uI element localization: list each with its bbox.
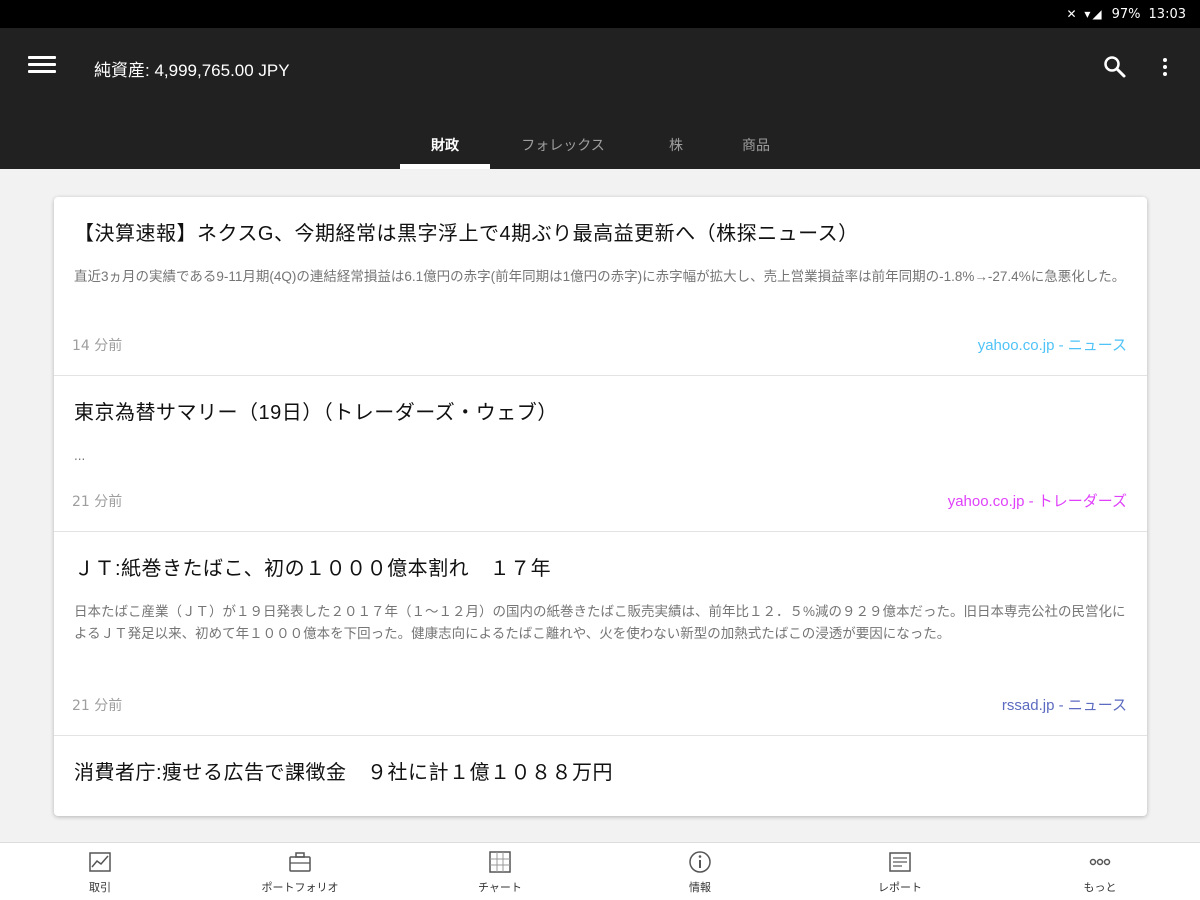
news-summary: 直近3ヵ月の実績である9-11月期(4Q)の連結経常損益は6.1億円の赤字(前年… bbox=[74, 269, 1126, 284]
nav-report[interactable]: レポート bbox=[800, 843, 1000, 900]
news-time: 21 分前 bbox=[72, 698, 123, 714]
news-list: 【決算速報】ネクスG、今期経常は黒字浮上で4期ぶり最高益更新へ（株探ニュース） … bbox=[54, 197, 1147, 816]
news-summary: 日本たばこ産業（ＪＴ）が１９日発表した２０１７年（１～１２月）の国内の紙巻きたば… bbox=[74, 604, 1126, 641]
search-icon[interactable] bbox=[1102, 54, 1128, 80]
news-item[interactable]: 消費者庁:痩せる広告で課徴金 ９社に計１億１０８８万円 bbox=[54, 736, 1147, 816]
status-bar: ✕ ▾◢ 97% 13:03 bbox=[0, 0, 1200, 28]
news-time: 14 分前 bbox=[72, 338, 123, 354]
info-icon bbox=[689, 850, 711, 873]
report-icon bbox=[889, 851, 911, 872]
nav-trade[interactable]: 取引 bbox=[0, 843, 200, 900]
hamburger-menu-icon[interactable] bbox=[28, 52, 56, 76]
news-item[interactable]: 東京為替サマリー（19日）（トレーダーズ・ウェブ） ... 21 分前 yaho… bbox=[54, 376, 1147, 532]
overflow-menu-icon[interactable] bbox=[1156, 54, 1174, 80]
net-assets-title: 純資産: 4,999,765.00 JPY bbox=[94, 61, 290, 80]
tab-commodities[interactable]: 商品 bbox=[716, 120, 796, 169]
chart-grid-icon bbox=[489, 850, 511, 873]
news-headline: ＪＴ:紙巻きたばこ、初の１０００億本割れ １７年 bbox=[74, 558, 552, 580]
news-item[interactable]: ＪＴ:紙巻きたばこ、初の１０００億本割れ １７年 日本たばこ産業（ＪＴ）が１９日… bbox=[54, 532, 1147, 736]
nav-info[interactable]: 情報 bbox=[600, 843, 800, 900]
news-source-link[interactable]: yahoo.co.jp - ニュース bbox=[978, 334, 1127, 355]
news-source-link[interactable]: rssad.jp - ニュース bbox=[1002, 694, 1127, 715]
signal-icons: ✕ ▾◢ bbox=[1066, 7, 1104, 21]
news-headline: 【決算速報】ネクスG、今期経常は黒字浮上で4期ぶり最高益更新へ（株探ニュース） bbox=[74, 223, 859, 245]
news-time: 21 分前 bbox=[72, 494, 123, 510]
category-tabs: 財政 フォレックス 株 商品 bbox=[400, 120, 796, 169]
news-summary: ... bbox=[74, 448, 86, 463]
nav-chart[interactable]: チャート bbox=[400, 843, 600, 900]
trade-chart-icon bbox=[89, 851, 111, 872]
news-headline: 東京為替サマリー（19日）（トレーダーズ・ウェブ） bbox=[74, 402, 558, 424]
tab-forex[interactable]: フォレックス bbox=[490, 120, 636, 169]
nav-more[interactable]: もっと bbox=[1000, 843, 1200, 900]
news-item[interactable]: 【決算速報】ネクスG、今期経常は黒字浮上で4期ぶり最高益更新へ（株探ニュース） … bbox=[54, 197, 1147, 376]
clock: 13:03 bbox=[1148, 6, 1186, 22]
tab-finance[interactable]: 財政 bbox=[400, 120, 490, 169]
news-headline: 消費者庁:痩せる広告で課徴金 ９社に計１億１０８８万円 bbox=[74, 762, 614, 784]
news-source-link[interactable]: yahoo.co.jp - トレーダーズ bbox=[948, 490, 1127, 511]
nav-portfolio[interactable]: ポートフォリオ bbox=[200, 843, 400, 900]
battery-level: 97% bbox=[1111, 6, 1141, 22]
briefcase-icon bbox=[289, 851, 311, 872]
tab-stocks[interactable]: 株 bbox=[636, 120, 716, 169]
more-dots-icon bbox=[1089, 858, 1111, 865]
app-bar: 純資産: 4,999,765.00 JPY 財政 フォレックス 株 商品 bbox=[0, 28, 1200, 169]
bottom-navigation: 取引 ポートフォリオ チャート 情報 レポート もっと bbox=[0, 842, 1200, 900]
